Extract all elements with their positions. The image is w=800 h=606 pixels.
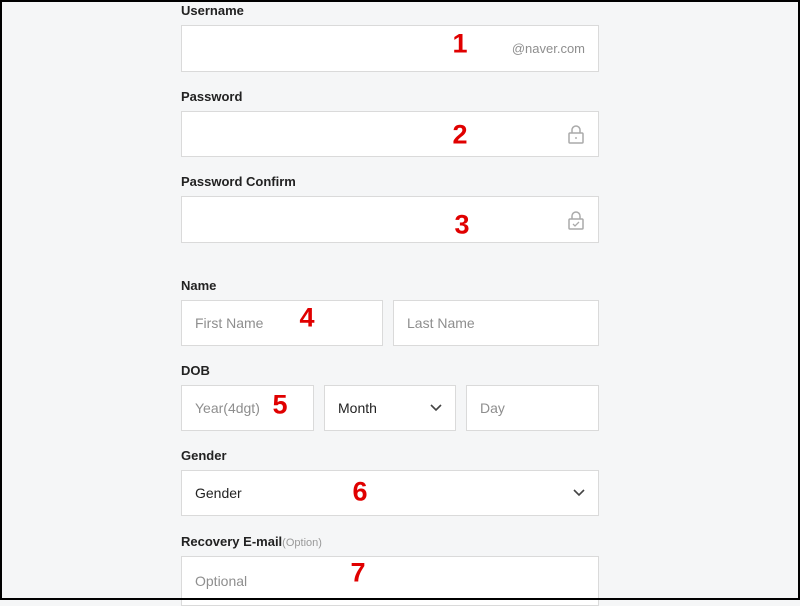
password-label: Password — [181, 89, 243, 104]
recovery-email-label: Recovery E-mail(Option) — [181, 534, 322, 549]
gender-label: Gender — [181, 448, 227, 463]
chevron-down-icon — [430, 404, 442, 412]
day-input[interactable]: Day — [466, 385, 599, 431]
year-input[interactable]: Year(4dgt) — [181, 385, 314, 431]
annotation-number: 1 — [452, 28, 468, 59]
first-name-placeholder: First Name — [195, 315, 264, 331]
password-confirm-label: Password Confirm — [181, 174, 296, 189]
lock-icon — [567, 124, 585, 144]
last-name-input[interactable]: Last Name — [393, 300, 599, 346]
annotation-number: 5 — [272, 389, 288, 420]
annotation-number: 6 — [352, 476, 368, 507]
option-note: (Option) — [282, 537, 322, 549]
day-placeholder: Day — [480, 400, 505, 416]
first-name-input[interactable]: First Name — [181, 300, 383, 346]
recovery-email-label-text: Recovery E-mail — [181, 534, 283, 549]
last-name-placeholder: Last Name — [407, 315, 475, 331]
year-placeholder: Year(4dgt) — [195, 400, 260, 416]
annotation-number: 7 — [350, 557, 366, 588]
password-confirm-input[interactable] — [181, 196, 599, 243]
username-input[interactable]: @naver.com — [181, 25, 599, 72]
lock-check-icon — [567, 210, 585, 230]
chevron-down-icon — [573, 489, 585, 497]
annotation-number: 3 — [454, 209, 470, 240]
month-value: Month — [338, 400, 377, 416]
name-label: Name — [181, 278, 217, 293]
annotation-number: 4 — [299, 302, 315, 333]
recovery-email-placeholder: Optional — [195, 573, 248, 589]
recovery-email-input[interactable]: Optional — [181, 556, 599, 606]
gender-value: Gender — [195, 485, 242, 501]
password-input[interactable] — [181, 111, 599, 157]
domain-suffix: @naver.com — [511, 41, 585, 56]
annotation-number: 2 — [452, 119, 468, 150]
gender-select[interactable]: Gender — [181, 470, 599, 516]
username-label: Username — [181, 3, 244, 18]
month-select[interactable]: Month — [324, 385, 456, 431]
dob-label: DOB — [181, 363, 210, 378]
